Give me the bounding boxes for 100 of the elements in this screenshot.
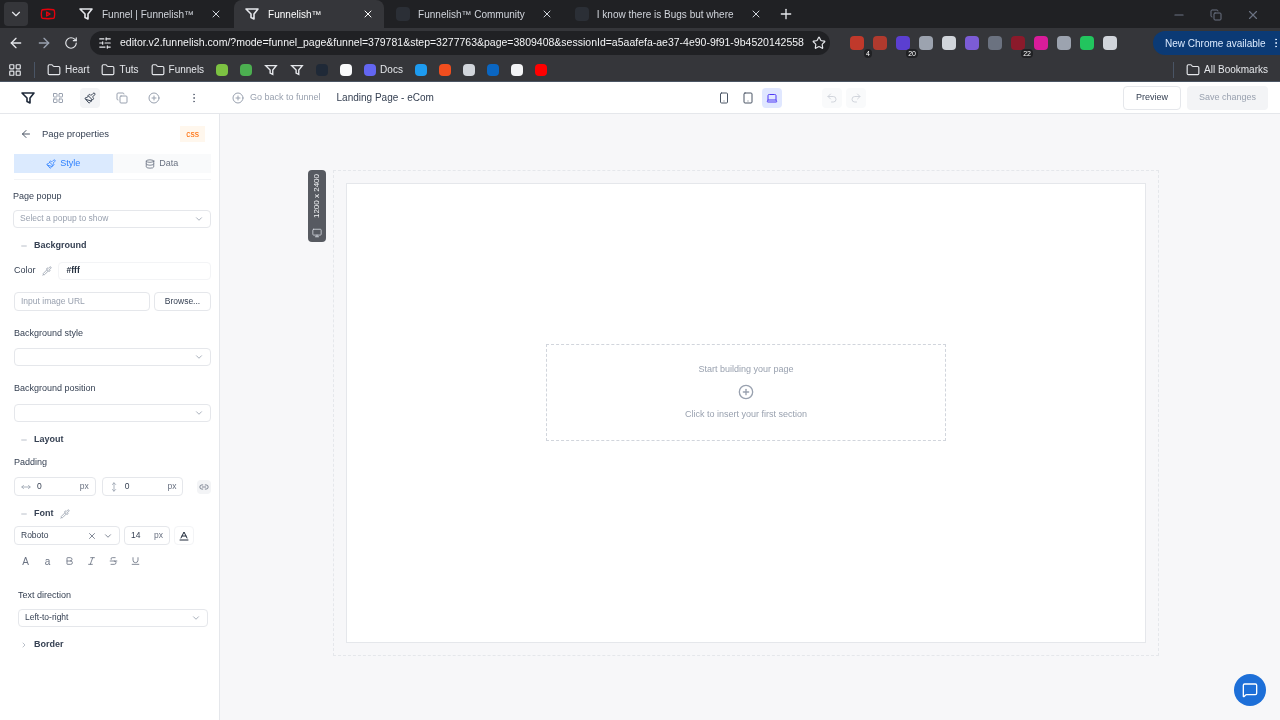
address-bar[interactable]: editor.v2.funnelish.com/?mode=funnel_page&funnel=379781&step=3277763&page=3809408&sessionId=a5aafefa-ae37-4e90-9f91-9b4520142558 — [90, 31, 830, 55]
panel-title: Page properties — [42, 126, 110, 141]
section-toggle[interactable]: Border — [20, 637, 64, 652]
padding-field[interactable]: 0 px — [14, 477, 96, 496]
text-case-button[interactable]: a — [42, 553, 53, 569]
apps-icon[interactable] — [8, 62, 22, 77]
url-text: editor.v2.funnelish.com/?mode=funnel_page&funnel=379781&step=3277763&page=3809408&sessionId=a5aafefa-ae37-4e90-9f91-9b4520142558 — [120, 35, 804, 51]
underline-icon[interactable] — [130, 556, 141, 566]
all-bookmarks-button[interactable]: All Bookmarks — [1186, 62, 1272, 77]
font-size-field[interactable]: 14 px — [124, 526, 170, 545]
laptop-icon — [765, 91, 778, 104]
size-label: 1200 x 2400 — [313, 174, 321, 219]
extension-icon[interactable] — [873, 36, 887, 50]
field-label: Text direction — [18, 589, 73, 602]
panel-tab[interactable]: Data — [112, 154, 211, 173]
bookmark-star-icon[interactable] — [811, 36, 826, 50]
browse-button[interactable]: Browse... — [154, 291, 211, 311]
brush-tool-button[interactable] — [80, 87, 100, 108]
chat-icon — [1242, 682, 1258, 698]
extension-icon[interactable] — [965, 36, 979, 50]
browser-tab[interactable]: Funnelish™ Community — [386, 0, 563, 28]
field-label: Padding — [14, 455, 49, 469]
extension-icon[interactable] — [919, 36, 933, 50]
funnel-logo-icon[interactable] — [264, 62, 279, 77]
extension-icon[interactable] — [942, 36, 956, 50]
browser-tab[interactable]: Funnelish™ — [234, 0, 385, 28]
tab-list-button[interactable] — [4, 2, 28, 26]
youtube-icon — [40, 6, 56, 22]
tab-title: Funnel | Funnelish™ — [102, 7, 196, 22]
picker-icon[interactable] — [59, 509, 70, 519]
text-direction-select[interactable]: Left-to-right — [18, 608, 208, 627]
image-url-field[interactable]: Input image URL — [14, 291, 150, 311]
section-toggle[interactable]: Background — [20, 238, 87, 253]
update-button[interactable]: New Chrome available — [1153, 31, 1280, 55]
folder-icon — [47, 62, 61, 77]
extension-icon[interactable] — [1080, 36, 1094, 50]
section-toggle[interactable]: Layout — [20, 432, 64, 447]
picker-icon[interactable] — [41, 265, 52, 276]
italic-icon[interactable] — [86, 556, 97, 566]
text-case-button[interactable]: A — [20, 553, 31, 569]
site-icon[interactable] — [216, 63, 229, 76]
page-title: Landing Page - eCom — [336, 91, 434, 105]
reload-icon[interactable] — [64, 36, 78, 50]
funnel-logo-icon — [244, 6, 261, 22]
text-color-button[interactable] — [174, 526, 194, 545]
forward-icon[interactable] — [36, 35, 52, 51]
funnel-logo-icon — [78, 6, 94, 22]
extension-icon[interactable] — [850, 36, 864, 50]
expand-icon — [20, 640, 28, 649]
add-section-icon[interactable] — [738, 384, 754, 400]
bookmark-folder[interactable]: Heart — [47, 62, 90, 77]
extension-icon[interactable] — [1034, 36, 1048, 50]
copy-icon — [116, 91, 128, 104]
extension-icon[interactable] — [988, 36, 1002, 50]
browser-tab[interactable]: Funnel | Funnelish™ — [68, 0, 233, 28]
folder-icon — [150, 62, 165, 77]
tab-title: Funnelish™ Community — [418, 7, 526, 22]
restore-icon[interactable] — [1210, 9, 1222, 21]
field-label: Color — [14, 263, 36, 277]
extension-icon[interactable] — [1057, 36, 1071, 50]
strike-icon[interactable] — [108, 556, 119, 566]
tablet-icon — [741, 91, 754, 104]
logo — [20, 89, 36, 106]
link-toggle[interactable] — [197, 479, 211, 494]
extension-icon[interactable] — [896, 36, 910, 50]
folder-icon — [1186, 62, 1201, 77]
add-icon — [148, 91, 160, 104]
padding-field[interactable]: 0 px — [101, 477, 184, 496]
database-icon — [145, 158, 156, 169]
link-icon — [199, 481, 210, 492]
chat-button[interactable] — [1234, 674, 1266, 706]
redo-icon — [849, 91, 862, 104]
bookmark-folder[interactable]: Funnels — [150, 62, 205, 77]
site-icon[interactable] — [340, 63, 353, 76]
color-field[interactable]: #fff — [57, 261, 211, 280]
chevron-down-icon — [194, 352, 204, 362]
extension-icon[interactable] — [1103, 36, 1117, 50]
grid-icon — [52, 91, 64, 104]
desktop-view-button[interactable] — [761, 87, 782, 108]
field-label: Background position — [14, 382, 97, 395]
site-icon[interactable] — [462, 63, 475, 76]
font-select[interactable]: Roboto — [14, 526, 120, 545]
funnel-logo-icon[interactable] — [290, 62, 305, 77]
browser-tab[interactable]: I know there is Bugs but where — [564, 0, 772, 28]
circle-icon — [232, 91, 244, 104]
field-label: Background style — [14, 326, 85, 340]
bold-icon[interactable] — [64, 556, 75, 566]
brush-icon — [46, 158, 57, 169]
bookmark-folder[interactable]: Tuts — [101, 62, 139, 77]
clear-icon[interactable] — [87, 530, 97, 541]
undo-icon — [825, 91, 838, 104]
bookmark-label[interactable]: Docs — [380, 62, 403, 77]
site-icon[interactable] — [510, 63, 523, 76]
text-color-icon — [178, 529, 190, 542]
tab-title: I know there is Bugs but where — [596, 7, 735, 22]
brush-icon — [84, 91, 96, 104]
site-settings-icon[interactable] — [98, 36, 112, 50]
back-icon[interactable] — [8, 35, 24, 51]
preview-button[interactable]: Preview — [1122, 85, 1181, 110]
section-toggle[interactable]: Font — [20, 507, 54, 521]
